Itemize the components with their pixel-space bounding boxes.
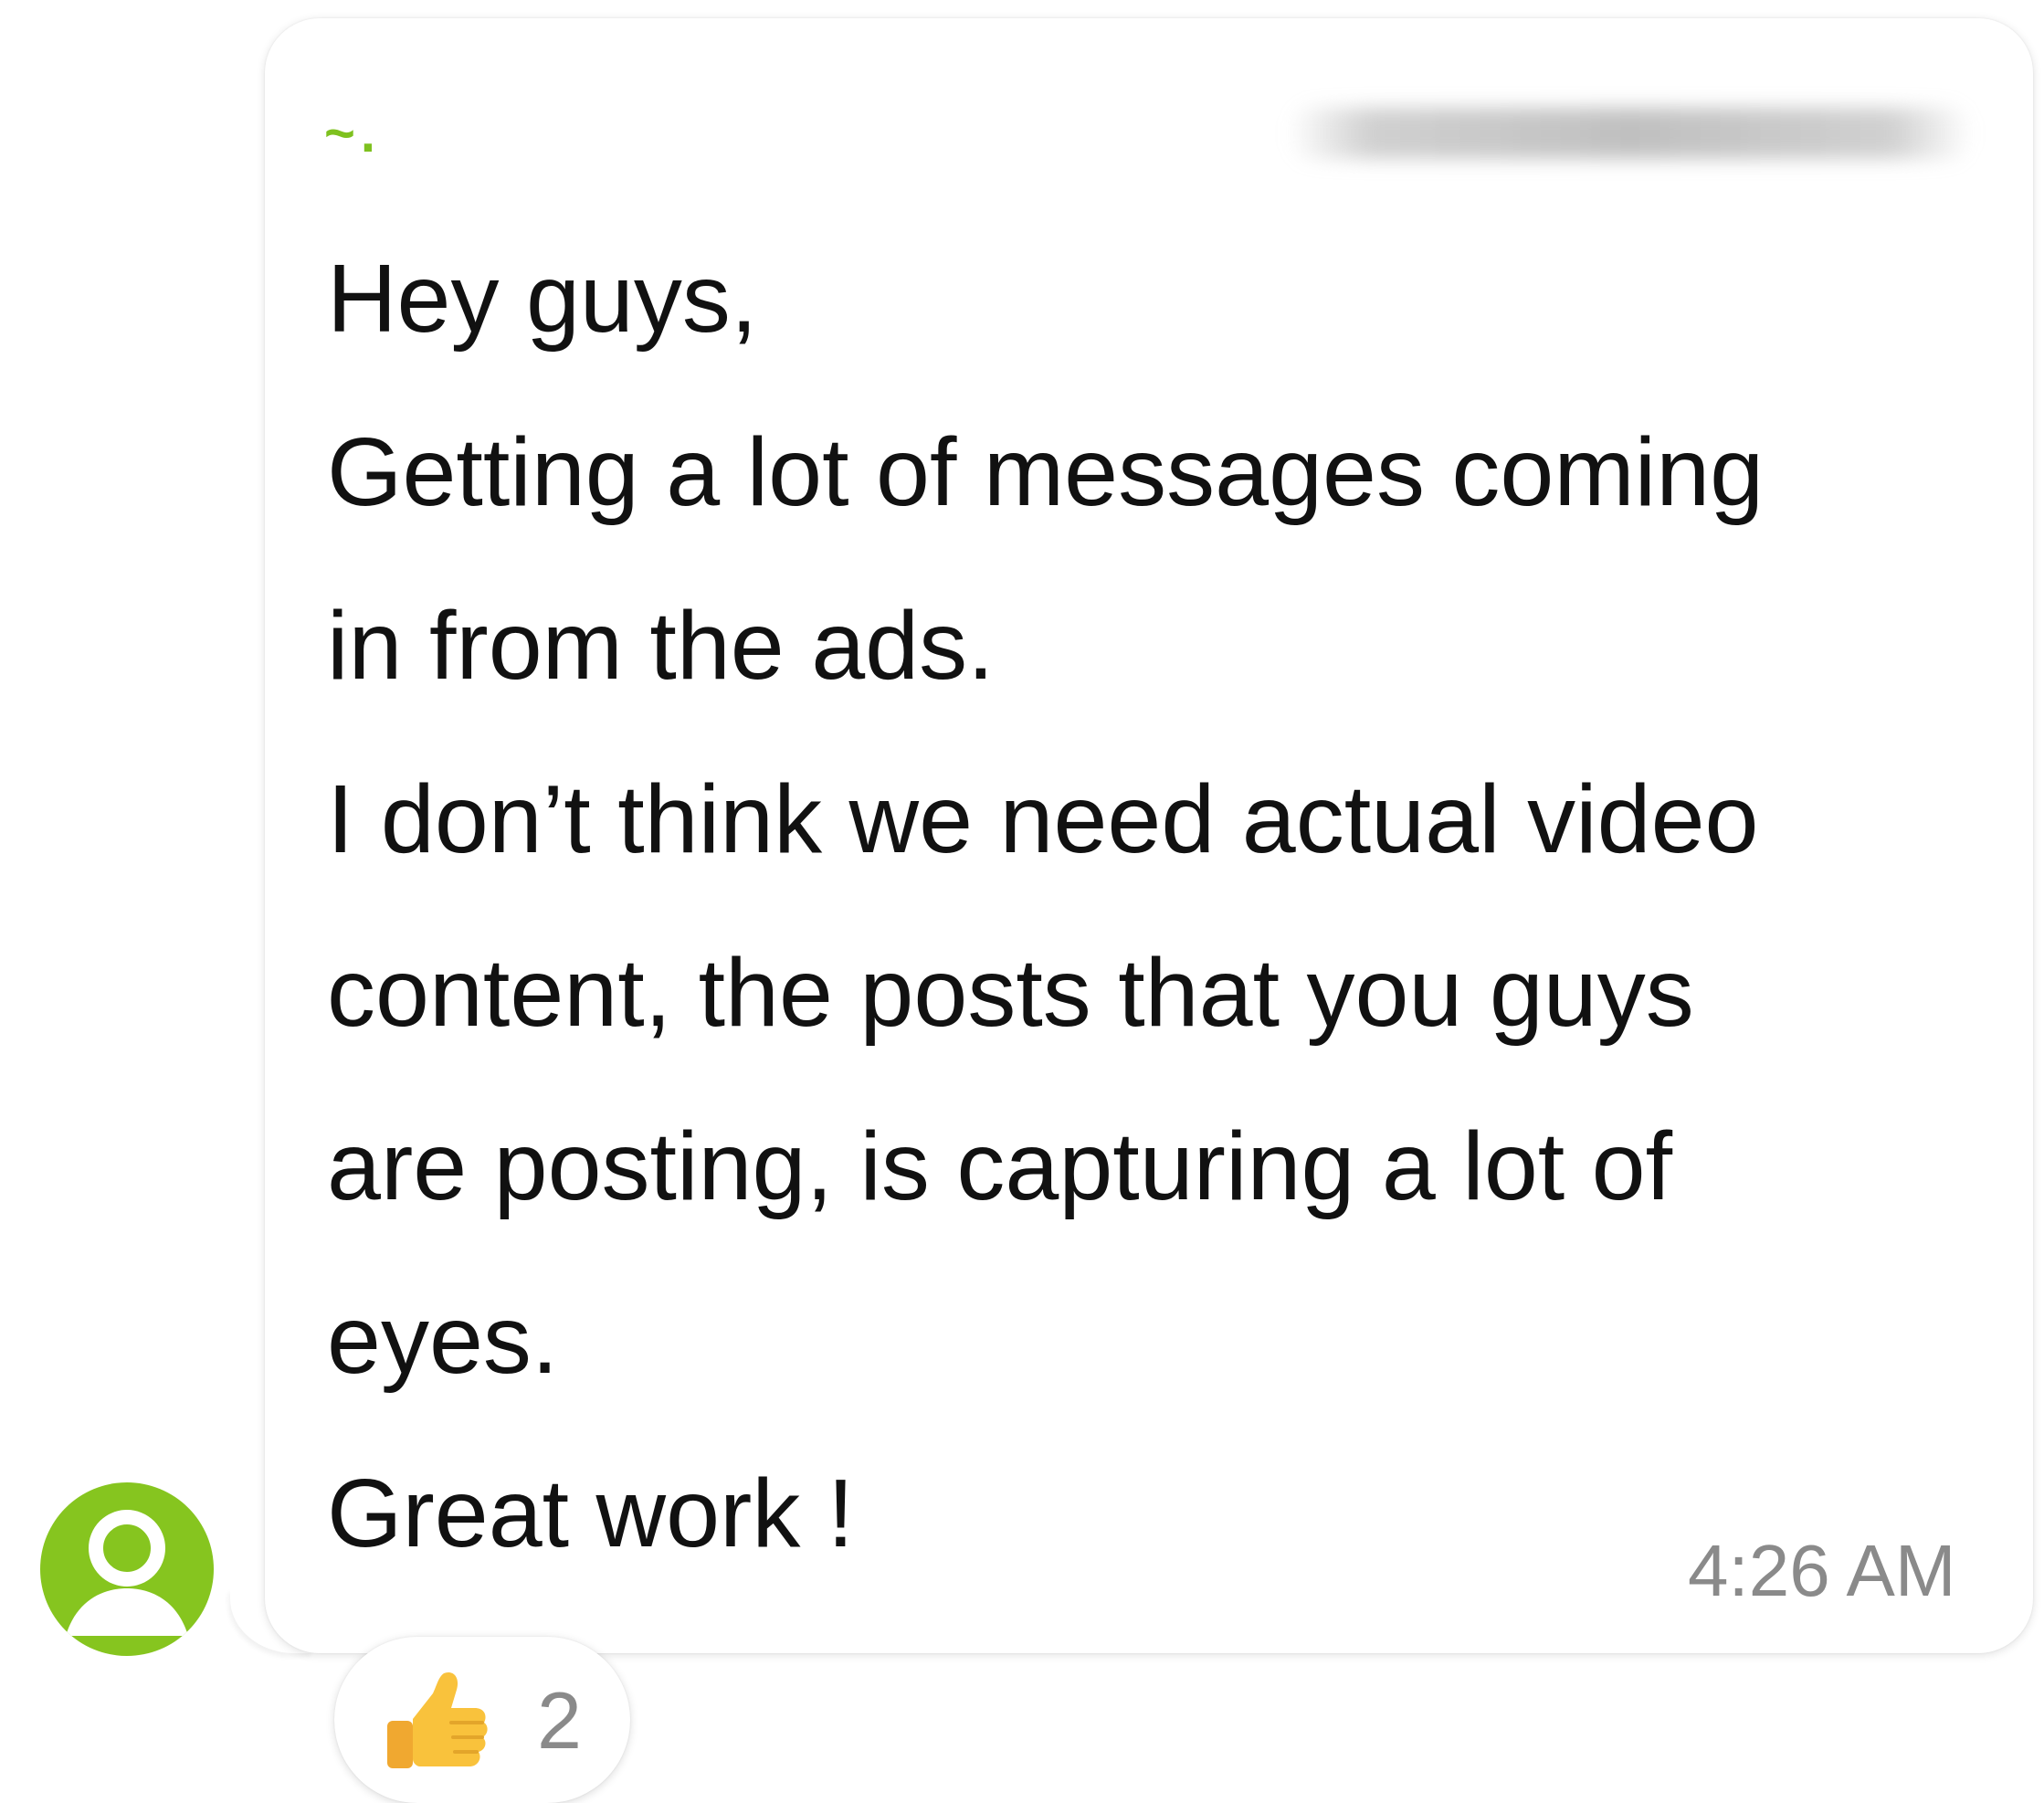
sender-avatar[interactable] [40, 1482, 214, 1656]
sender-name[interactable]: ~. [324, 102, 381, 166]
thumbs-up-icon [380, 1664, 493, 1777]
message-line: Hey guys, [327, 245, 758, 353]
message-timestamp: 4:26 AM [1688, 1530, 1956, 1611]
message-line: Getting a lot of messages coming [327, 418, 1765, 526]
redacted-phone-number [1288, 108, 1973, 159]
message-line: in from the ads. [327, 592, 995, 700]
message-line: eyes. [327, 1286, 559, 1394]
chat-view: ~. Hey guys, Getting a lot of messages c… [0, 0, 2044, 1803]
reaction-count: 2 [537, 1675, 582, 1766]
message-line: content, the posts that you guys [327, 939, 1694, 1047]
message-line: are posting, is capturing a lot of [327, 1112, 1673, 1220]
reaction-pill[interactable]: 2 [334, 1637, 630, 1803]
person-icon [66, 1510, 188, 1636]
message-line: I don’t think we need actual video [327, 765, 1759, 873]
message-text: Hey guys, Getting a lot of messages comi… [327, 212, 1971, 1600]
